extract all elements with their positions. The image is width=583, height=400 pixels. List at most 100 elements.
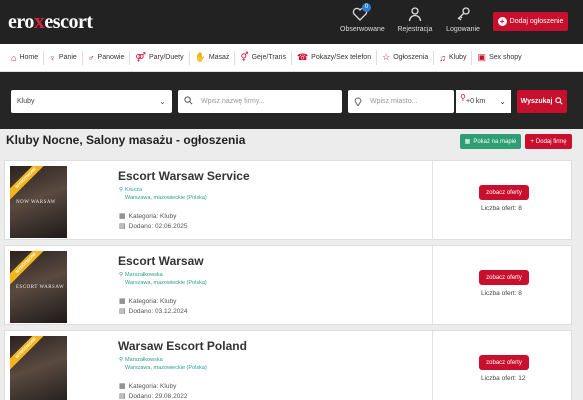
radius-chevron-icon: ⌄: [499, 97, 506, 106]
offer-count: Liczba ofert: 12: [481, 375, 526, 382]
category-item-7[interactable]: ☆ Ogłoszenia: [377, 50, 435, 65]
listing-category: ▦ Kategoria: Kluby: [119, 212, 177, 221]
add-ad-button[interactable]: + Dodaj ogłoszenie: [493, 12, 568, 31]
category-item-6[interactable]: ☎ Pokazy/Sex telefon: [292, 50, 378, 65]
category-item-5[interactable]: ⚥ Geje/Trans: [235, 50, 292, 65]
favorites-badge: 0: [362, 3, 371, 12]
category-select-value: Kluby: [17, 98, 35, 105]
add-firm-button[interactable]: + Dodaj firmę: [525, 134, 572, 149]
logo-text-pre: ero: [8, 11, 34, 33]
register-label: Rejestracja: [397, 26, 433, 33]
category-icon: ☎: [296, 52, 309, 62]
view-offers-button[interactable]: zobacz oferty: [479, 270, 529, 285]
grid-icon: ▦: [119, 213, 126, 220]
category-label: Ogłoszenia: [393, 54, 429, 61]
radius-value: +0 km: [466, 98, 486, 105]
listing-region[interactable]: Warszawa, mazowieckie (Polska): [125, 280, 207, 286]
favorites-link[interactable]: 0 Obserwowane: [340, 3, 385, 38]
map-pin-icon: ⚲: [119, 272, 124, 278]
city-search-placeholder: Wpisz miasto...: [370, 98, 418, 105]
listing-thumbnail[interactable]: WYRÓŻNIONE: [10, 336, 67, 400]
category-icon: ☆: [382, 52, 391, 62]
logo-text-post: escort: [44, 11, 93, 33]
category-icon: ♂: [87, 52, 95, 63]
thumbnail-caption: NOW WARSAW: [16, 200, 56, 205]
listing-card: WYRÓŻNIONE NOW WARSAW Escort Warsaw Serv…: [4, 160, 572, 241]
view-offers-button[interactable]: zobacz oferty: [479, 355, 529, 370]
listing-title[interactable]: Escort Warsaw: [118, 254, 204, 268]
listing-region[interactable]: Warszawa, mazowieckie (Polska): [125, 195, 207, 201]
user-icon: [407, 6, 423, 22]
card-divider: [432, 331, 433, 400]
listing-category: ▦ Kategoria: Kluby: [119, 297, 177, 306]
featured-ribbon: WYRÓŻNIONE: [10, 166, 51, 203]
listing-district-text: Marszałkowska: [125, 272, 163, 278]
featured-ribbon: WYRÓŻNIONE: [10, 336, 51, 373]
company-search-input[interactable]: Wpisz nazwę firmy...: [178, 90, 342, 113]
city-search-input[interactable]: Wpisz miasto...: [348, 90, 454, 113]
calendar-icon: ▤: [119, 308, 126, 315]
category-label: Panowie: [97, 54, 125, 61]
category-item-9[interactable]: ▣ Sex shopy: [472, 51, 526, 65]
plus-icon: +: [530, 138, 534, 145]
radius-select[interactable]: ⚲ +0 km ⌄: [456, 90, 511, 113]
listing-district-text: Marszałkowska: [125, 357, 163, 363]
calendar-icon: ▤: [119, 393, 126, 400]
listing-title[interactable]: Escort Warsaw Service: [118, 169, 250, 183]
listing-thumbnail[interactable]: WYRÓŻNIONE NOW WARSAW: [10, 166, 67, 238]
card-divider: [432, 161, 433, 241]
listing-date: ▤ Dodano: 29.08.2022: [119, 392, 188, 400]
listing-region[interactable]: Warszawa, mazowieckie (Polska): [125, 365, 207, 371]
category-icon: ▣: [477, 52, 486, 62]
category-label: Pary/Duety: [148, 54, 184, 61]
listing-category-text: Kategoria: Kluby: [128, 212, 177, 220]
listing-category-text: Kategoria: Kluby: [128, 297, 177, 305]
category-label: Pokazy/Sex telefon: [311, 54, 372, 61]
login-link[interactable]: Logowanie: [445, 6, 481, 38]
map-pin-icon: ⚲: [119, 187, 124, 193]
category-label: Kluby: [448, 54, 467, 61]
category-item-1[interactable]: ♀ Panie: [44, 50, 83, 65]
listing-district[interactable]: ⚲ Kruczа: [119, 187, 142, 193]
category-item-3[interactable]: ⚤ Pary/Duety: [130, 50, 190, 65]
offer-count: Liczba ofert: 8: [481, 205, 522, 212]
listing-thumbnail[interactable]: WYRÓŻNIONE ESCORT WARSAW: [10, 251, 67, 323]
register-link[interactable]: Rejestracja: [397, 6, 433, 38]
plus-circle-icon: +: [497, 17, 507, 26]
search-button-label: Wyszukaj: [520, 98, 553, 105]
favorites-label: Obserwowane: [340, 26, 385, 33]
listing-date: ▤ Dodano: 03.12.2024: [119, 307, 188, 316]
search-button-icon: [555, 96, 563, 107]
key-icon: [455, 6, 471, 22]
category-item-0[interactable]: ⌂ Home: [6, 50, 45, 65]
add-firm-label: Dodaj firmę: [535, 138, 567, 145]
company-search-placeholder: Wpisz nazwę firmy...: [201, 98, 265, 105]
login-label: Logowanie: [446, 26, 480, 33]
add-ad-label: Dodaj ogłoszenie: [509, 18, 564, 25]
listing-district[interactable]: ⚲ Marszałkowska: [119, 272, 163, 278]
site-logo[interactable]: eroxescort: [8, 8, 93, 34]
category-item-2[interactable]: ♂ Panowie: [83, 50, 131, 65]
view-offers-button[interactable]: zobacz oferty: [479, 185, 529, 200]
search-button[interactable]: Wyszukaj: [517, 90, 567, 113]
show-map-button[interactable]: ▦ Pokaż na mapie: [460, 134, 521, 149]
featured-ribbon: WYRÓŻNIONE: [10, 251, 51, 288]
category-select[interactable]: Kluby ⌄: [11, 90, 172, 113]
category-nav: ⌂ Home ♀ Panie ♂ Panowie ⚤ Pary/Duety ✋ Masaż ⚥ Gej…: [0, 44, 583, 72]
category-label: Geje/Trans: [251, 54, 286, 61]
search-icon: [184, 96, 193, 107]
listing-date: ▤ Dodano: 02.06.2025: [119, 222, 188, 231]
category-icon: ♫: [439, 52, 446, 63]
listing-card: WYRÓŻNIONE Warsaw Escort Poland ⚲ Marszał…: [4, 330, 572, 400]
grid-icon: ▦: [119, 298, 126, 305]
listing-date-text: Dodano: 29.08.2022: [128, 392, 188, 400]
listing-category: ▦ Kategoria: Kluby: [119, 382, 176, 391]
thumbnail-caption: ESCORT WARSAW: [16, 285, 65, 290]
heart-icon: 0: [352, 3, 371, 22]
listing-district[interactable]: ⚲ Marszałkowska: [119, 357, 163, 363]
category-item-8[interactable]: ♫ Kluby: [434, 50, 473, 65]
search-band: Kluby ⌄ Wpisz nazwę firmy... Wpisz miast…: [0, 72, 583, 129]
map-pin-icon: ⚲: [119, 357, 124, 363]
listing-title[interactable]: Warsaw Escort Poland: [118, 339, 247, 353]
category-item-4[interactable]: ✋ Masaż: [190, 50, 236, 65]
